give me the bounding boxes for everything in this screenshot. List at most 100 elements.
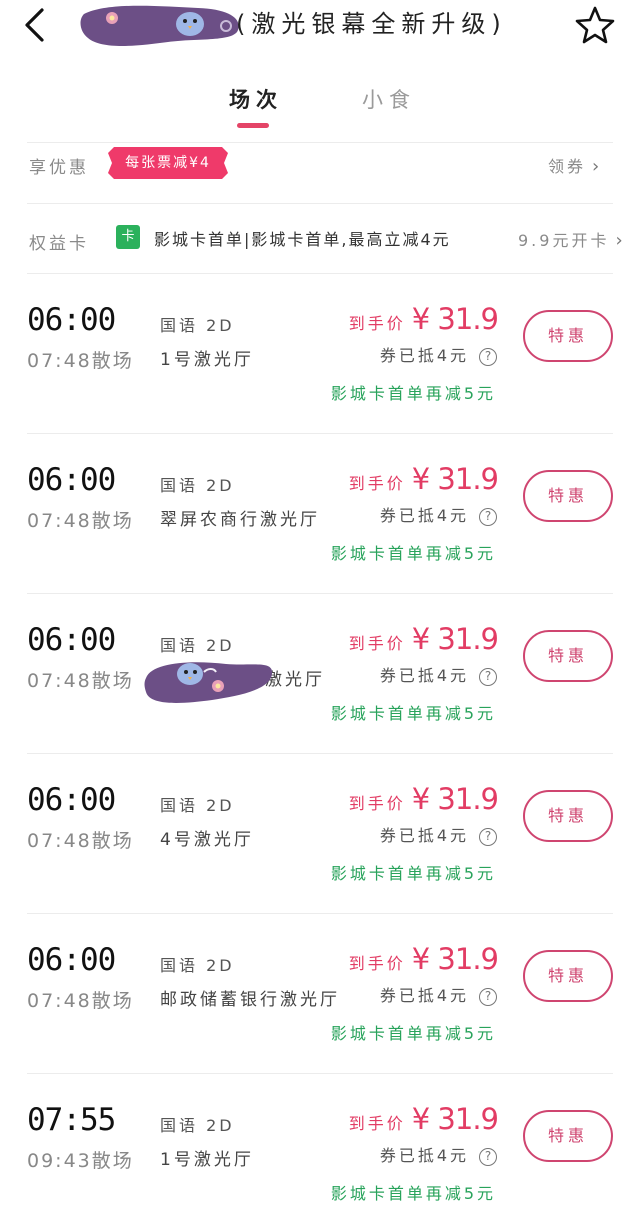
start-time: 06:00 (27, 302, 116, 338)
special-offer-button[interactable]: 特惠 (523, 630, 613, 682)
back-button[interactable] (18, 6, 54, 44)
hall-name: 1号激光厅 (160, 350, 254, 370)
card-discount: 影城卡首单再减5元 (330, 1024, 496, 1043)
card-discount: 影城卡首单再减5元 (330, 544, 496, 563)
price-value: ¥ 31.9 (411, 942, 499, 976)
language-format: 国语 2D (160, 796, 235, 815)
chevron-right-icon: › (592, 156, 603, 177)
coupon-applied: 券已抵4元? (380, 662, 497, 686)
price-label: 到手价 (348, 954, 406, 973)
tab-showtimes[interactable]: 场次 (229, 84, 283, 114)
favorite-button[interactable] (574, 4, 616, 46)
hall-name: 4号激光厅 (160, 830, 254, 850)
get-coupon-link[interactable]: 领券 › (548, 153, 602, 177)
coupon-applied: 券已抵4元? (380, 982, 497, 1006)
help-icon[interactable]: ? (479, 668, 497, 686)
help-icon[interactable]: ? (479, 508, 497, 526)
per-ticket-discount-badge[interactable]: 每张票减¥4 (108, 147, 228, 179)
end-time: 07:48散场 (27, 830, 134, 852)
language-format: 国语 2D (160, 476, 235, 495)
coupon-applied: 券已抵4元? (380, 502, 497, 526)
language-format: 国语 2D (160, 316, 235, 335)
special-offer-button[interactable]: 特惠 (523, 1110, 613, 1162)
active-tab-indicator (237, 123, 269, 128)
price-label: 到手价 (348, 474, 406, 493)
final-price: 到手价 ¥ 31.9 (348, 782, 499, 816)
price-value: ¥ 31.9 (411, 1102, 499, 1136)
price-label: 到手价 (348, 1114, 406, 1133)
final-price: 到手价 ¥ 31.9 (348, 622, 499, 656)
end-time: 09:43散场 (27, 1150, 134, 1172)
tab-snacks[interactable]: 小食 (362, 84, 416, 114)
coupon-text: 券已抵4元 (379, 506, 469, 525)
final-price: 到手价 ¥ 31.9 (348, 942, 499, 976)
end-time: 07:48散场 (27, 990, 134, 1012)
showtime-row[interactable]: 06:00 07:48散场 国语 2D 1号激光厅 到手价 ¥ 31.9 券已抵4… (0, 274, 640, 434)
top-bar: (激光银幕全新升级) (0, 0, 640, 52)
price-label: 到手价 (348, 634, 406, 653)
redaction-sticker (80, 5, 239, 46)
special-offer-button[interactable]: 特惠 (523, 950, 613, 1002)
final-price: 到手价 ¥ 31.9 (348, 1102, 499, 1136)
coupon-applied: 券已抵4元? (380, 1142, 497, 1166)
start-time: 06:00 (27, 782, 116, 818)
hall-name: 翠屏农商行激光厅 (160, 510, 320, 530)
tab-bar: 场次 小食 (0, 78, 640, 134)
price-value: ¥ 31.9 (411, 622, 499, 656)
card-icon: 卡 (116, 225, 140, 249)
card-discount: 影城卡首单再减5元 (330, 864, 496, 883)
chevron-left-icon (25, 8, 44, 42)
coupon-applied: 券已抵4元? (380, 822, 497, 846)
chevron-right-icon: › (615, 230, 626, 251)
star-outline-icon (575, 6, 615, 44)
coupon-applied: 券已抵4元? (380, 342, 497, 366)
membership-description: 影城卡首单|影城卡首单,最高立减4元 (154, 230, 451, 249)
language-format: 国语 2D (160, 1116, 235, 1135)
card-discount: 影城卡首单再减5元 (330, 1184, 496, 1203)
coupon-text: 券已抵4元 (379, 1146, 469, 1165)
start-time: 06:00 (27, 622, 116, 658)
coupon-text: 券已抵4元 (379, 826, 469, 845)
card-discount: 影城卡首单再减5元 (330, 384, 496, 403)
hall-name: 1号激光厅 (160, 1150, 254, 1170)
end-time: 07:48散场 (27, 670, 134, 692)
open-card-label: 9.9元开卡 (518, 231, 610, 250)
cinema-showtime-screen: (激光银幕全新升级) 场次 小食 享优惠 每张票减¥4 领券 › 权益卡 卡 影城… (0, 0, 640, 1228)
end-time: 07:48散场 (27, 350, 134, 372)
special-offer-button[interactable]: 特惠 (523, 310, 613, 362)
help-icon[interactable]: ? (479, 828, 497, 846)
coupon-text: 券已抵4元 (379, 346, 469, 365)
help-icon[interactable]: ? (479, 988, 497, 1006)
showtime-row[interactable]: 06:00 07:48散场 国语 2D 4号激光厅 到手价 ¥ 31.9 券已抵4… (0, 754, 640, 914)
cinema-title: (激光银幕全新升级) (236, 10, 507, 38)
language-format: 国语 2D (160, 636, 235, 655)
card-discount: 影城卡首单再减5元 (330, 704, 496, 723)
end-time: 07:48散场 (27, 510, 134, 532)
start-time: 06:00 (27, 462, 116, 498)
showtime-row[interactable]: 06:00 07:48散场 国语 2D 翠屏农商行激光厅 到手价 ¥ 31.9 券… (0, 434, 640, 594)
start-time: 06:00 (27, 942, 116, 978)
coupon-text: 券已抵4元 (379, 666, 469, 685)
open-card-link[interactable]: 9.9元开卡 › (518, 227, 626, 251)
help-icon[interactable]: ? (479, 1148, 497, 1166)
showtime-row[interactable]: 06:00 07:48散场 国语 2D 激光厅 到手价 ¥ 31.9 券已抵4元?… (0, 594, 640, 754)
special-offer-button[interactable]: 特惠 (523, 470, 613, 522)
showtime-row[interactable]: 07:55 09:43散场 国语 2D 1号激光厅 到手价 ¥ 31.9 券已抵4… (0, 1074, 640, 1228)
help-icon[interactable]: ? (479, 348, 497, 366)
price-value: ¥ 31.9 (411, 782, 499, 816)
membership-label: 权益卡 (29, 234, 89, 254)
price-label: 到手价 (348, 314, 406, 333)
hall-name: 邮政储蓄银行激光厅 (160, 990, 340, 1010)
special-offer-button[interactable]: 特惠 (523, 790, 613, 842)
divider (27, 203, 613, 204)
redaction-sticker (144, 662, 273, 703)
language-format: 国语 2D (160, 956, 235, 975)
price-label: 到手价 (348, 794, 406, 813)
divider (27, 142, 613, 143)
showtime-row[interactable]: 06:00 07:48散场 国语 2D 邮政储蓄银行激光厅 到手价 ¥ 31.9 … (0, 914, 640, 1074)
coupon-text: 券已抵4元 (379, 986, 469, 1005)
start-time: 07:55 (27, 1102, 116, 1138)
get-coupon-label: 领券 (548, 157, 587, 176)
offers-label: 享优惠 (29, 158, 89, 178)
final-price: 到手价 ¥ 31.9 (348, 462, 499, 496)
